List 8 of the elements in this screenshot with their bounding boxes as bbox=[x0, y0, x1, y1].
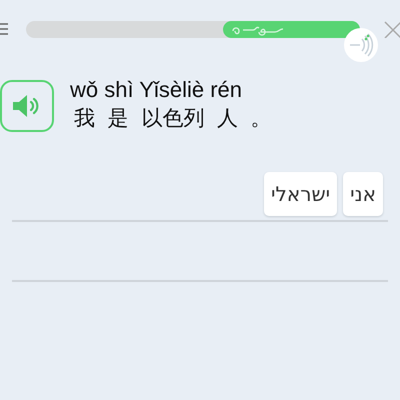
signal-badge-icon bbox=[344, 28, 378, 62]
menu-icon[interactable] bbox=[0, 22, 8, 36]
pinyin-text: wǒ shì Yǐsèliè rén bbox=[70, 76, 244, 104]
word-tile[interactable]: ישראלי bbox=[264, 172, 338, 216]
word-tile[interactable]: אני bbox=[343, 172, 383, 216]
speaker-button[interactable] bbox=[0, 80, 54, 132]
chinese-text: 我 是 以色列 人 。 bbox=[74, 105, 272, 132]
close-icon[interactable] bbox=[384, 21, 400, 38]
